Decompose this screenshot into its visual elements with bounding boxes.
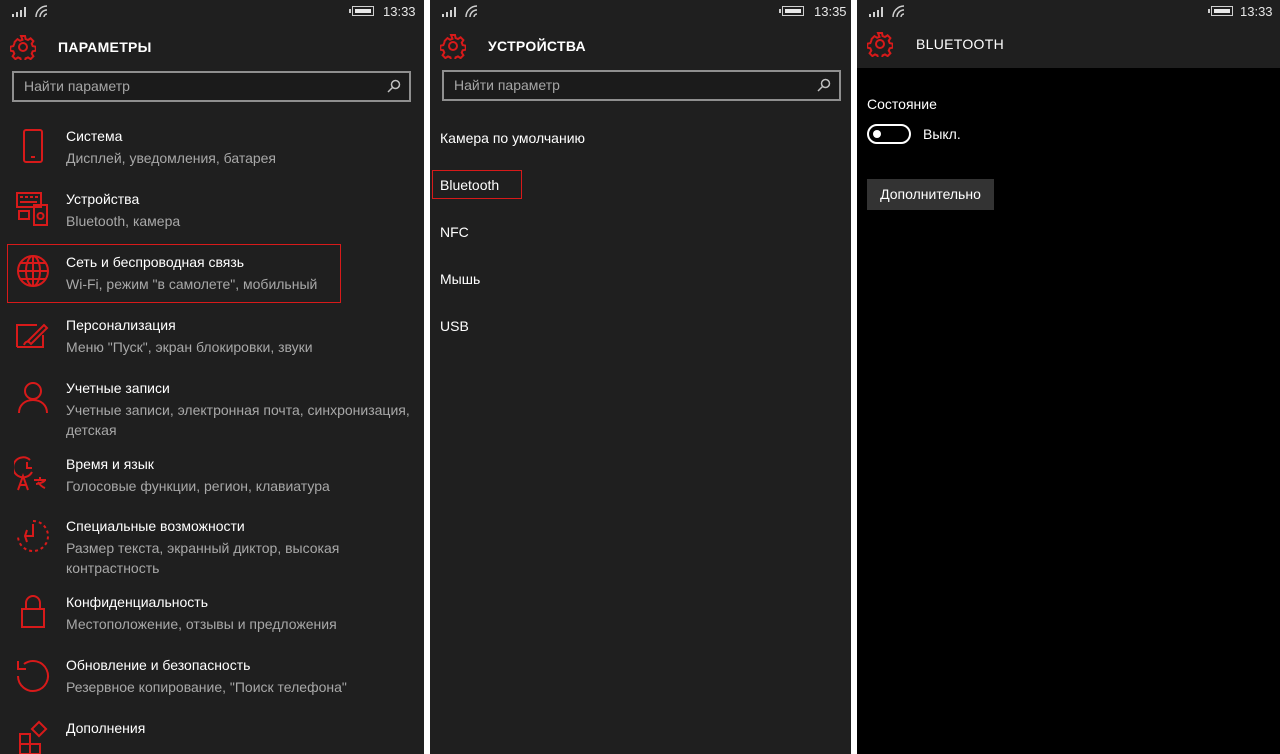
settings-item-time-language[interactable]: Время и язык Голосовые функции, регион, … <box>0 456 424 516</box>
device-item-usb[interactable]: USB <box>440 318 469 334</box>
page-title: ПАРАМЕТРЫ <box>58 39 152 55</box>
settings-item-update-security[interactable]: Обновление и безопасность Резервное копи… <box>0 657 424 717</box>
gear-icon <box>440 33 466 59</box>
settings-item-subtitle: Дисплей, уведомления, батарея <box>66 150 277 166</box>
status-time: 13:35 <box>814 4 847 19</box>
toggle-state-text: Выкл. <box>923 126 961 142</box>
gear-icon <box>10 34 36 60</box>
settings-item-subtitle: Wi-Fi, режим "в самолете", мобильный <box>66 276 318 292</box>
search-input[interactable]: Найти параметр <box>12 71 411 102</box>
search-input[interactable]: Найти параметр <box>442 70 841 101</box>
status-bar: 13:35 <box>430 0 851 24</box>
page-title: УСТРОЙСТВА <box>488 38 586 54</box>
lock-icon <box>21 595 45 628</box>
settings-item-title: Обновление и безопасность <box>66 657 251 673</box>
status-time: 13:33 <box>383 4 416 19</box>
wifi-icon <box>891 4 907 18</box>
battery-icon <box>779 6 804 16</box>
settings-item-privacy[interactable]: Конфиденциальность Местоположение, отзыв… <box>0 594 424 654</box>
status-bar: 13:33 <box>857 0 1280 24</box>
toggle-knob <box>873 130 881 138</box>
settings-item-title: Дополнения <box>66 720 146 736</box>
settings-item-subtitle: Учетные записи, электронная почта, синхр… <box>66 402 410 438</box>
gear-icon <box>867 31 893 57</box>
settings-item-subtitle: Размер текста, экранный диктор, высокая … <box>66 540 340 576</box>
bluetooth-screen: 13:33 BLUETOOTH Состояние Выкл. Дополнит… <box>857 0 1280 754</box>
settings-item-accessibility[interactable]: Специальные возможности Размер текста, э… <box>0 518 424 578</box>
devices-screen: 13:35 УСТРОЙСТВА Найти параметр Камера п… <box>430 0 851 754</box>
device-item-nfc[interactable]: NFC <box>440 224 469 240</box>
battery-icon <box>1208 6 1233 16</box>
settings-item-network[interactable]: Сеть и беспроводная связь Wi-Fi, режим "… <box>0 254 424 314</box>
bluetooth-toggle[interactable] <box>867 124 911 144</box>
accessibility-icon <box>17 520 49 552</box>
wifi-icon <box>464 4 480 18</box>
person-icon <box>18 382 48 414</box>
advanced-button[interactable]: Дополнительно <box>867 179 994 210</box>
settings-item-subtitle: Резервное копирование, "Поиск телефона" <box>66 679 347 695</box>
phone-icon <box>23 129 43 163</box>
status-time: 13:33 <box>1240 4 1273 19</box>
devices-icon <box>16 192 48 226</box>
settings-item-title: Специальные возможности <box>66 518 245 534</box>
settings-item-subtitle: Местоположение, отзывы и предложения <box>66 616 337 632</box>
status-bar: 13:33 <box>0 0 424 24</box>
globe-icon <box>17 255 49 287</box>
search-placeholder: Найти параметр <box>454 77 560 93</box>
settings-item-title: Учетные записи <box>66 380 170 396</box>
settings-screen: 13:33 ПАРАМЕТРЫ Найти параметр Система Д… <box>0 0 424 754</box>
wifi-icon <box>34 4 50 18</box>
settings-item-title: Время и язык <box>66 456 154 472</box>
settings-item-personalization[interactable]: Персонализация Меню "Пуск", экран блокир… <box>0 317 424 377</box>
device-item-bluetooth[interactable]: Bluetooth <box>440 177 499 193</box>
settings-item-title: Персонализация <box>66 317 176 333</box>
time-language-icon <box>14 456 46 491</box>
settings-item-system[interactable]: Система Дисплей, уведомления, батарея <box>0 128 424 188</box>
update-icon <box>17 660 49 692</box>
settings-item-subtitle: Меню "Пуск", экран блокировки, звуки <box>66 339 313 355</box>
settings-item-title: Сеть и беспроводная связь <box>66 254 245 270</box>
page-title: BLUETOOTH <box>916 36 1005 52</box>
search-icon[interactable] <box>387 79 401 93</box>
signal-icon <box>442 5 460 17</box>
state-label: Состояние <box>867 96 937 112</box>
device-item-default-camera[interactable]: Камера по умолчанию <box>440 130 585 146</box>
extras-icon <box>19 720 48 754</box>
signal-icon <box>869 5 887 17</box>
search-placeholder: Найти параметр <box>24 78 130 94</box>
settings-item-title: Система <box>66 128 123 144</box>
settings-item-title: Устройства <box>66 191 140 207</box>
settings-item-extras[interactable]: Дополнения <box>0 720 424 754</box>
signal-icon <box>12 5 30 17</box>
paintbrush-icon <box>16 323 49 348</box>
device-item-mouse[interactable]: Мышь <box>440 271 480 287</box>
search-icon[interactable] <box>817 78 831 92</box>
settings-item-devices[interactable]: Устройства Bluetooth, камера <box>0 191 424 251</box>
settings-item-subtitle: Голосовые функции, регион, клавиатура <box>66 478 330 494</box>
settings-item-accounts[interactable]: Учетные записи Учетные записи, электронн… <box>0 380 424 440</box>
settings-item-subtitle: Bluetooth, камера <box>66 213 181 229</box>
settings-item-title: Конфиденциальность <box>66 594 209 610</box>
battery-icon <box>349 6 374 16</box>
